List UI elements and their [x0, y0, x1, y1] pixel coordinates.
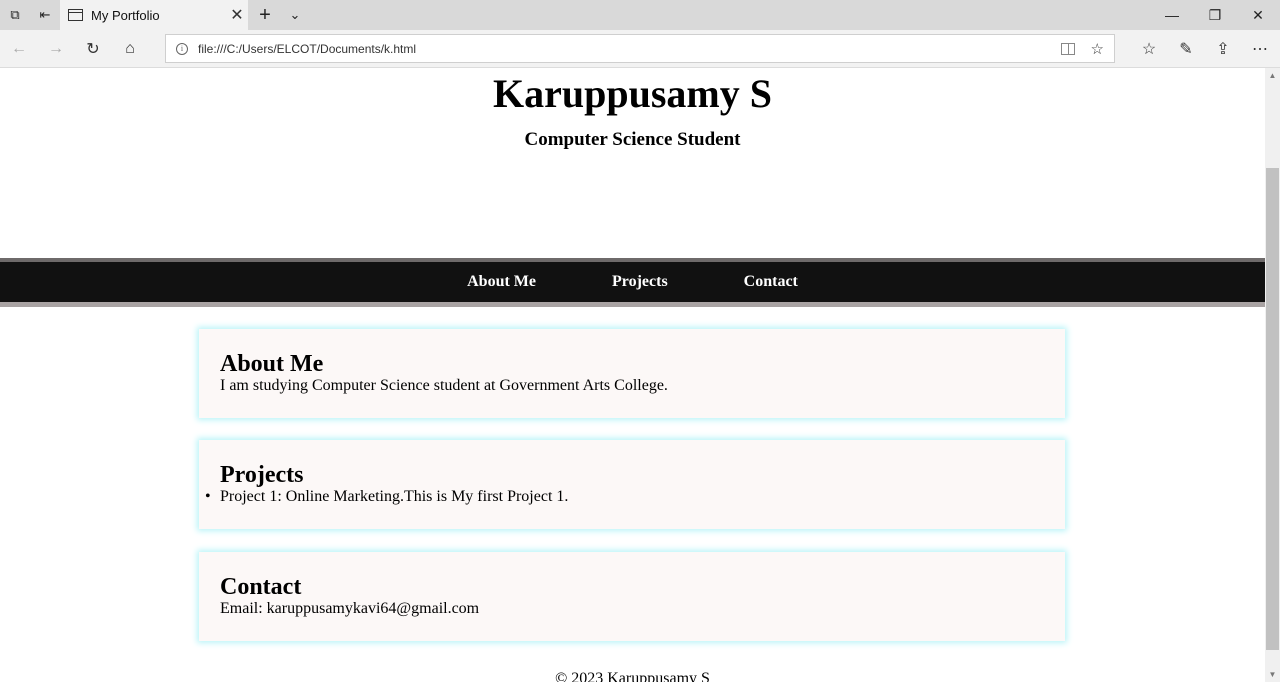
scroll-down-icon[interactable]: ▼ — [1265, 667, 1280, 682]
favorites-hub-icon[interactable]: ☆ — [1134, 34, 1164, 64]
contact-section: Contact Email: karuppusamykavi64@gmail.c… — [199, 552, 1065, 641]
contact-heading: Contact — [220, 574, 302, 600]
web-note-icon[interactable]: ✎ — [1171, 34, 1201, 64]
projects-heading: Projects — [220, 462, 304, 488]
close-window-icon[interactable]: ✕ — [1236, 0, 1280, 30]
vertical-scrollbar[interactable]: ▲ ▼ — [1265, 68, 1280, 682]
site-title: Karuppusamy S — [493, 71, 772, 116]
favorite-star-icon[interactable]: ☆ — [1091, 40, 1104, 58]
tab-my-portfolio[interactable]: My Portfolio ✕ — [60, 0, 248, 30]
restore-icon[interactable]: ❐ — [1193, 0, 1237, 30]
address-bar[interactable]: i file:///C:/Users/ELCOT/Documents/k.htm… — [165, 34, 1115, 63]
nav-link-contact[interactable]: Contact — [744, 273, 798, 291]
tab-bar: ⧉ ⇤ My Portfolio ✕ + ⌄ — ❐ ✕ — [0, 0, 1280, 30]
site-footer: © 2023 Karuppusamy S — [555, 670, 710, 682]
refresh-icon[interactable]: ↻ — [78, 34, 108, 64]
browser-toolbar: ← → ↻ ⌂ i file:///C:/Users/ELCOT/Documen… — [0, 30, 1280, 68]
contact-email: Email: karuppusamykavi64@gmail.com — [220, 600, 480, 617]
projects-list: Project 1: Online Marketing.This is My f… — [205, 488, 1044, 506]
close-tab-icon[interactable]: ✕ — [226, 4, 248, 26]
nav-link-projects[interactable]: Projects — [612, 273, 668, 291]
back-icon[interactable]: ← — [4, 34, 34, 64]
nav-link-about[interactable]: About Me — [467, 273, 536, 291]
about-section: About Me I am studying Computer Science … — [199, 329, 1065, 418]
project-item: Project 1: Online Marketing.This is My f… — [205, 488, 1044, 506]
url-text[interactable]: file:///C:/Users/ELCOT/Documents/k.html — [198, 42, 1061, 56]
tab-actions-icon[interactable]: ⧉ — [0, 0, 30, 30]
reading-view-icon[interactable] — [1060, 42, 1075, 55]
new-tab-icon[interactable]: + — [250, 0, 280, 30]
minimize-icon[interactable]: — — [1150, 0, 1194, 30]
page-viewport: Karuppusamy S Computer Science Student A… — [0, 68, 1265, 682]
more-menu-icon[interactable]: ⋯ — [1245, 34, 1275, 64]
set-aside-tabs-icon[interactable]: ⇤ — [30, 0, 60, 30]
share-icon[interactable]: ⇪ — [1208, 34, 1238, 64]
home-icon[interactable]: ⌂ — [115, 34, 145, 64]
forward-icon[interactable]: → — [41, 34, 71, 64]
about-heading: About Me — [220, 351, 324, 377]
tab-title: My Portfolio — [91, 7, 160, 23]
scroll-up-icon[interactable]: ▲ — [1265, 68, 1280, 83]
tab-preview-chevron-icon[interactable]: ⌄ — [280, 0, 310, 30]
scroll-thumb[interactable] — [1266, 168, 1279, 650]
site-subtitle: Computer Science Student — [524, 129, 741, 150]
page-icon — [68, 9, 83, 21]
projects-section: Projects Project 1: Online Marketing.Thi… — [199, 440, 1065, 529]
site-info-icon[interactable]: i — [176, 42, 188, 55]
about-text: I am studying Computer Science student a… — [220, 377, 668, 394]
site-nav: About Me Projects Contact — [0, 258, 1265, 307]
